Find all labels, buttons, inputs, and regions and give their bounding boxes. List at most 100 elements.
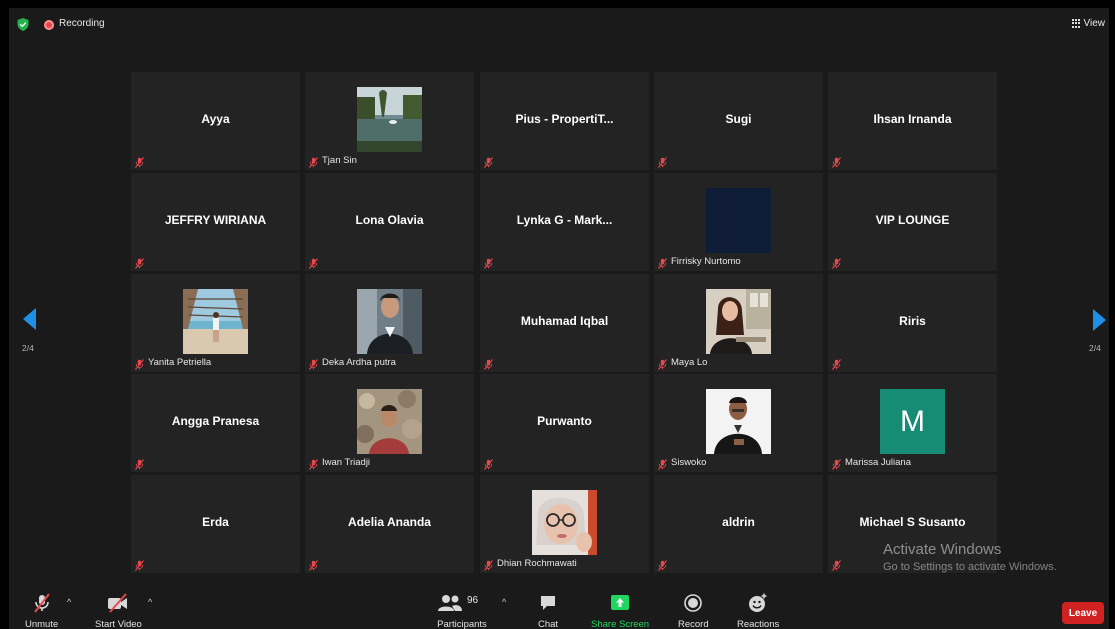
participant-tile[interactable]: Firrisky Nurtomo [654, 173, 823, 271]
window-border-top [0, 0, 1115, 8]
dark-photo [706, 188, 771, 253]
participant-tile[interactable]: Pius - PropertiT... [480, 72, 649, 170]
muted-microphone-icon [134, 155, 145, 168]
muted-microphone-icon [831, 558, 842, 571]
participants-button[interactable]: 96 Participants [437, 593, 487, 629]
participant-tile[interactable]: Yanita Petriella [131, 274, 300, 372]
page-indicator-left: 2/4 [22, 343, 34, 353]
video-gallery: Ayya Tjan Sin Pius - PropertiT... Sugi Ihsan… [131, 72, 999, 573]
participant-name: Ayya [201, 112, 230, 126]
participant-tile[interactable]: Erda [131, 475, 300, 573]
participant-tile[interactable]: VIP LOUNGE [828, 173, 997, 271]
participant-count: 96 [467, 595, 479, 606]
participant-name: Purwanto [537, 414, 592, 428]
participant-name: Pius - PropertiT... [515, 112, 614, 126]
participant-name-tag: Firrisky Nurtomo [671, 256, 741, 267]
muted-microphone-icon [657, 256, 668, 269]
previous-page-arrow-icon[interactable] [23, 308, 37, 330]
top-bar: Recording View [9, 8, 1109, 42]
participant-tile[interactable]: Siswoko [654, 374, 823, 472]
participant-name-tag: Siswoko [671, 457, 707, 468]
participant-tile[interactable]: Michael S Susanto [828, 475, 997, 573]
unmute-button[interactable]: Unmute [25, 593, 58, 629]
participant-name-tag: Iwan Triadji [322, 457, 371, 468]
avatar: M [880, 389, 945, 454]
muted-microphone-icon [483, 155, 494, 168]
muted-microphone-icon [657, 457, 668, 470]
audio-options-chevron-up-icon[interactable]: ^ [67, 597, 71, 607]
muted-microphone-icon [134, 256, 145, 269]
participant-tile[interactable]: Ihsan Irnanda [828, 72, 997, 170]
participant-name: Michael S Susanto [859, 515, 966, 529]
chat-button[interactable]: Chat [535, 593, 561, 629]
man-black-photo [706, 389, 771, 454]
participant-name-tag: Marissa Juliana [845, 457, 911, 468]
start-video-button[interactable]: Start Video [95, 593, 142, 629]
record-button[interactable]: Record [678, 593, 709, 629]
participant-name: Ihsan Irnanda [873, 112, 952, 126]
participant-tile[interactable]: Muhamad Iqbal [480, 274, 649, 372]
participant-tile[interactable]: Dhian Rochmawati [480, 475, 649, 573]
participant-tile[interactable]: Iwan Triadji [305, 374, 474, 472]
activate-windows-subtitle: Go to Settings to activate Windows. [883, 561, 1057, 573]
muted-microphone-icon [657, 558, 668, 571]
participant-tile[interactable]: Adelia Ananda [305, 475, 474, 573]
next-page-arrow-icon[interactable] [1092, 309, 1106, 331]
reactions-button[interactable]: Reactions [737, 593, 779, 629]
video-options-chevron-up-icon[interactable]: ^ [148, 597, 152, 607]
share-screen-button[interactable]: Share Screen [591, 593, 649, 629]
share-screen-label: Share Screen [591, 619, 650, 629]
participants-icon: 96 [437, 593, 487, 613]
recording-label: Recording [59, 18, 105, 29]
participant-tile[interactable]: Lynka G - Mark... [480, 173, 649, 271]
muted-microphone-icon [308, 155, 319, 168]
participant-tile[interactable]: Ayya [131, 72, 300, 170]
participant-tile[interactable]: Deka Ardha putra [305, 274, 474, 372]
recording-icon[interactable] [44, 20, 54, 30]
reactions-label: Reactions [737, 619, 780, 629]
participant-name: JEFFRY WIRIANA [164, 213, 267, 227]
muted-microphone-icon [831, 357, 842, 370]
muted-microphone-icon [483, 558, 494, 571]
participant-tile[interactable]: Sugi [654, 72, 823, 170]
muted-microphone-icon [657, 155, 668, 168]
muted-microphone-icon [29, 593, 55, 613]
muted-microphone-icon [831, 457, 842, 470]
participant-tile[interactable]: Lona Olavia [305, 173, 474, 271]
participant-name-tag: Deka Ardha putra [322, 357, 396, 368]
view-button[interactable]: View [1071, 18, 1105, 29]
participant-tile[interactable]: Riris [828, 274, 997, 372]
leave-button[interactable]: Leave [1062, 602, 1104, 624]
reaction-smiley-icon [745, 593, 771, 613]
chat-label: Chat [537, 619, 559, 629]
muted-microphone-icon [308, 256, 319, 269]
participants-options-chevron-up-icon[interactable]: ^ [502, 597, 506, 607]
participant-tile[interactable]: Purwanto [480, 374, 649, 472]
share-screen-icon [607, 593, 633, 613]
chat-bubble-icon [535, 593, 561, 613]
participants-label: Participants [437, 619, 487, 629]
shield-icon[interactable] [17, 18, 29, 31]
start-video-label: Start Video [95, 619, 142, 629]
participant-tile[interactable]: JEFFRY WIRIANA [131, 173, 300, 271]
participant-tile[interactable]: M Marissa Juliana [828, 374, 997, 472]
participant-tile[interactable]: Maya Lo [654, 274, 823, 372]
muted-microphone-icon [483, 457, 494, 470]
muted-microphone-icon [308, 457, 319, 470]
record-label: Record [678, 619, 709, 629]
participant-name-tag: Dhian Rochmawati [497, 558, 577, 569]
participant-name-tag: Tjan Sin [322, 155, 357, 166]
participant-name: aldrin [722, 515, 755, 529]
participant-tile[interactable]: Tjan Sin [305, 72, 474, 170]
meeting-toolbar: Unmute ^ Start Video ^ 96 Participants ^ [9, 585, 1109, 629]
muted-microphone-icon [134, 357, 145, 370]
participant-name: Erda [202, 515, 229, 529]
muted-microphone-icon [308, 357, 319, 370]
page-indicator-right: 2/4 [1089, 343, 1101, 353]
record-icon [680, 593, 706, 613]
muted-microphone-icon [308, 558, 319, 571]
participant-name: Adelia Ananda [348, 515, 431, 529]
participant-tile[interactable]: Angga Pranesa [131, 374, 300, 472]
unmute-label: Unmute [25, 619, 59, 629]
participant-tile[interactable]: aldrin [654, 475, 823, 573]
